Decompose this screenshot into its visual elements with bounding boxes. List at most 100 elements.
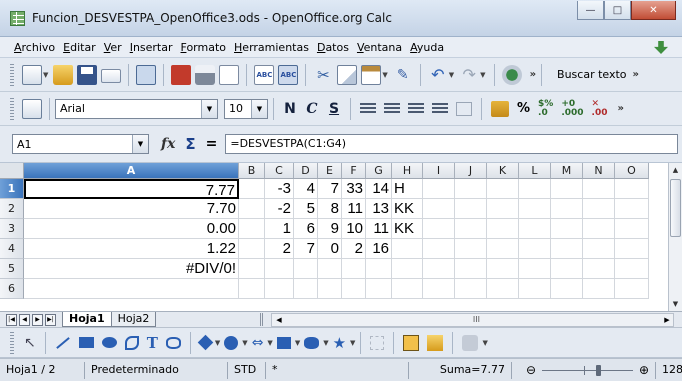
cell-o6[interactable]: [615, 279, 649, 299]
cell-k4[interactable]: [487, 239, 519, 259]
stars-icon[interactable]: ★: [333, 334, 346, 352]
percent-format-button[interactable]: %: [517, 101, 530, 116]
cell-i4[interactable]: [423, 239, 455, 259]
sum-icon[interactable]: Σ: [185, 135, 195, 153]
chevron-down-icon[interactable]: ▼: [350, 339, 355, 347]
formula-input[interactable]: =DESVESTPA(C1:G4): [225, 134, 678, 154]
cell-m3[interactable]: [551, 219, 583, 239]
minimize-button[interactable]: —: [577, 1, 604, 20]
cell-k3[interactable]: [487, 219, 519, 239]
merge-cells-icon[interactable]: [456, 101, 472, 116]
cell-c6[interactable]: [265, 279, 294, 299]
scroll-left-icon[interactable]: ◀: [272, 314, 285, 326]
cell-a5[interactable]: #DIV/0!: [24, 259, 239, 279]
cell-l3[interactable]: [519, 219, 551, 239]
chevron-down-icon[interactable]: ▼: [215, 339, 220, 347]
spellcheck-icon[interactable]: ABC: [254, 64, 275, 85]
cell-j5[interactable]: [455, 259, 487, 279]
column-header-i[interactable]: I: [423, 163, 455, 179]
chevron-down-icon[interactable]: ▼: [295, 339, 300, 347]
toolbar-grip[interactable]: [10, 97, 14, 120]
menu-ver[interactable]: Ver: [104, 41, 122, 54]
cell-a4[interactable]: 1.22: [24, 239, 239, 259]
cell-m2[interactable]: [551, 199, 583, 219]
toolbar-grip[interactable]: [10, 331, 14, 354]
scroll-right-icon[interactable]: ▶: [660, 314, 673, 326]
chevron-down-icon[interactable]: ▼: [242, 339, 247, 347]
cell-g5[interactable]: [366, 259, 392, 279]
menu-herramientas[interactable]: Herramientas: [234, 41, 309, 54]
cell-a3[interactable]: 0.00: [24, 219, 239, 239]
cell-o1[interactable]: [615, 179, 649, 199]
cell-e2[interactable]: 8: [318, 199, 342, 219]
horizontal-scrollbar[interactable]: ◀ III ▶: [271, 312, 675, 327]
cell-n3[interactable]: [583, 219, 615, 239]
scroll-down-icon[interactable]: ▼: [669, 297, 682, 311]
tab-splitter-handle[interactable]: [260, 313, 264, 326]
select-all-corner[interactable]: [0, 163, 24, 179]
print-icon[interactable]: [195, 64, 216, 85]
vertical-scrollbar[interactable]: ▲ ▼: [668, 163, 682, 311]
cell-j2[interactable]: [455, 199, 487, 219]
cut-icon[interactable]: ✂: [313, 65, 333, 85]
column-header-c[interactable]: C: [265, 163, 294, 179]
cell-l1[interactable]: [519, 179, 551, 199]
chevron-down-icon[interactable]: ▼: [482, 339, 487, 347]
cell-o3[interactable]: [615, 219, 649, 239]
cell-b6[interactable]: [239, 279, 265, 299]
cell-g2[interactable]: 13: [366, 199, 392, 219]
column-header-b[interactable]: B: [239, 163, 265, 179]
cell-g6[interactable]: [366, 279, 392, 299]
clone-formatting-icon[interactable]: ✎: [393, 65, 413, 85]
page-preview-icon[interactable]: [219, 64, 240, 85]
cell-n4[interactable]: [583, 239, 615, 259]
row-header-1[interactable]: 1: [0, 179, 24, 199]
cell-o4[interactable]: [615, 239, 649, 259]
cell-g1[interactable]: 14: [366, 179, 392, 199]
row-header-6[interactable]: 6: [0, 279, 24, 299]
open-folder-icon[interactable]: [53, 64, 74, 85]
column-header-o[interactable]: O: [615, 163, 649, 179]
basic-shapes-icon[interactable]: [197, 334, 214, 351]
row-header-3[interactable]: 3: [0, 219, 24, 239]
justify-icon[interactable]: [432, 102, 448, 115]
last-sheet-icon[interactable]: ▶|: [45, 313, 56, 326]
cell-h1[interactable]: H: [392, 179, 423, 199]
chevron-down-icon[interactable]: ▼: [132, 135, 148, 153]
vertical-scroll-thumb[interactable]: [670, 179, 681, 237]
cell-c2[interactable]: -2: [265, 199, 294, 219]
prev-sheet-icon[interactable]: ◀: [19, 313, 30, 326]
cell-l5[interactable]: [519, 259, 551, 279]
cell-g3[interactable]: 11: [366, 219, 392, 239]
italic-button[interactable]: C: [301, 101, 323, 117]
cell-e6[interactable]: [318, 279, 342, 299]
cell-j3[interactable]: [455, 219, 487, 239]
extrusion-toggle-icon[interactable]: [462, 334, 479, 351]
edit-file-icon[interactable]: [136, 64, 157, 85]
cell-i6[interactable]: [423, 279, 455, 299]
cell-f3[interactable]: 10: [342, 219, 366, 239]
cell-m6[interactable]: [551, 279, 583, 299]
redo-dropdown-arrow-icon[interactable]: ▼: [480, 71, 485, 79]
more-tools-chevron-icon[interactable]: »: [530, 69, 536, 80]
underline-button[interactable]: S: [323, 101, 345, 117]
line-tool-icon[interactable]: [55, 336, 70, 349]
cell-f4[interactable]: 2: [342, 239, 366, 259]
paste-icon[interactable]: [361, 64, 382, 85]
email-icon[interactable]: [101, 69, 122, 83]
find-more-chevron-icon[interactable]: »: [633, 69, 639, 80]
cell-j4[interactable]: [455, 239, 487, 259]
cell-c3[interactable]: 1: [265, 219, 294, 239]
zoom-in-icon[interactable]: ⊕: [639, 362, 649, 378]
row-header-2[interactable]: 2: [0, 199, 24, 219]
spreadsheet-grid[interactable]: A B C D E F G H I J K L M N O 1 7.77 -3 4 7 33 14 H 2 7.70 -2 5 8 11…: [0, 163, 682, 311]
maximize-button[interactable]: □: [604, 1, 631, 20]
cell-c1[interactable]: -3: [265, 179, 294, 199]
redo-icon[interactable]: ↷: [459, 65, 479, 85]
sheet-tab-hoja1[interactable]: Hoja1: [62, 312, 112, 327]
points-icon[interactable]: [370, 335, 385, 350]
cell-d4[interactable]: 7: [294, 239, 318, 259]
fontwork-gallery-icon[interactable]: [403, 334, 420, 351]
chevron-down-icon[interactable]: ▼: [323, 339, 328, 347]
cell-b2[interactable]: [239, 199, 265, 219]
